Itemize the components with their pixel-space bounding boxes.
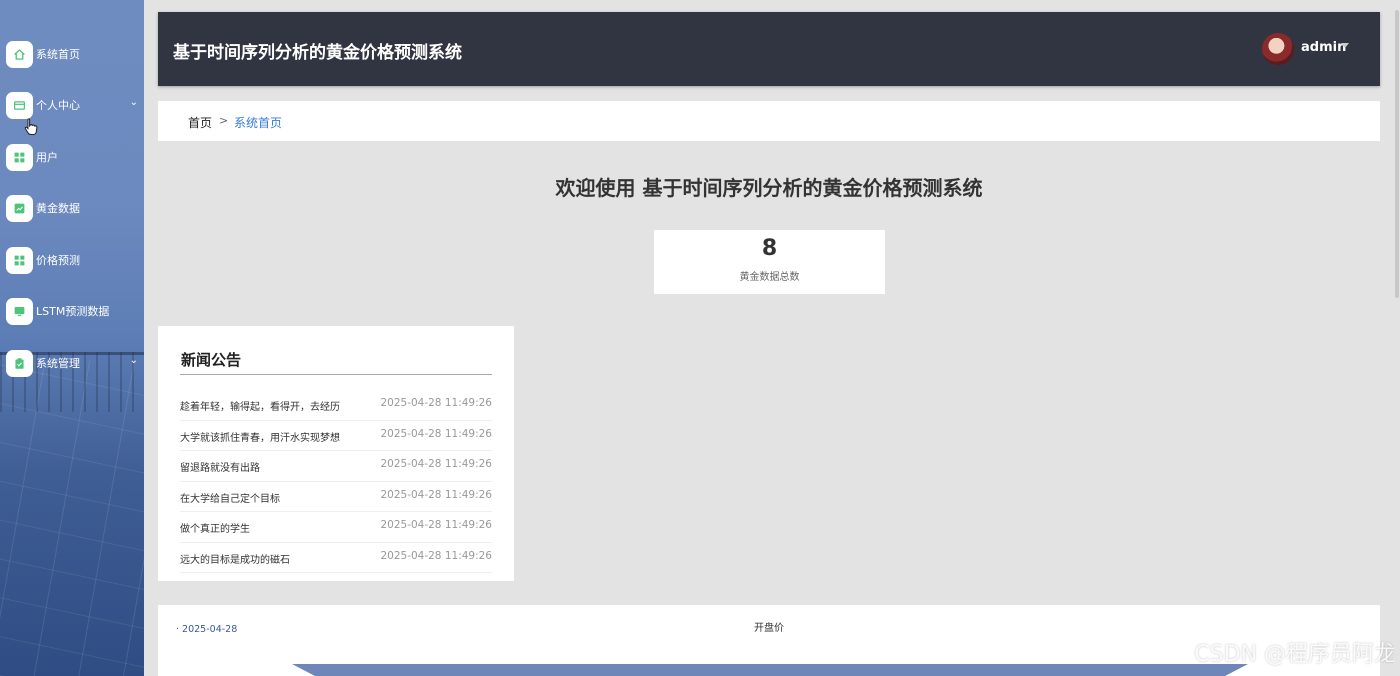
news-item-date: 2025-04-28 11:49:26 [380, 549, 492, 562]
hand-cursor-icon [24, 118, 38, 135]
sidebar-item-label: 黄金数据 [36, 202, 80, 215]
welcome-heading: 欢迎使用 基于时间序列分析的黄金价格预测系统 [555, 176, 983, 200]
card-icon [6, 91, 33, 119]
breadcrumb-current: 系统首页 [234, 116, 283, 130]
scrollbar[interactable] [1394, 0, 1400, 676]
grid-icon [6, 246, 33, 274]
news-title: 新闻公告 [181, 351, 242, 369]
sidebar: 系统首页 个人中心 ⌄ 用户 黄金数据 价格预测 LSTM预测数据 系统管理 ⌄ [0, 0, 144, 676]
list-item[interactable]: 留退路就没有出路 2025-04-28 11:49:26 [180, 451, 492, 482]
chart-title: 开盘价 [754, 623, 784, 634]
caret-down-icon[interactable] [1341, 43, 1349, 48]
sidebar-item-label: 系统管理 [36, 357, 80, 370]
sidebar-item-personal-center[interactable]: 个人中心 ⌄ [6, 91, 140, 119]
news-item-title[interactable]: 在大学给自己定个目标 [180, 490, 280, 505]
sidebar-item-label: 系统首页 [36, 48, 80, 61]
list-item[interactable]: 大学就该抓住青春，用汗水实现梦想 2025-04-28 11:49:26 [180, 421, 492, 451]
sidebar-item-users[interactable]: 用户 [6, 143, 140, 171]
breadcrumb-separator: > [219, 114, 229, 127]
stat-card: 8 黄金数据总数 [654, 230, 885, 294]
news-divider [180, 374, 492, 375]
news-item-title[interactable]: 做个真正的学生 [180, 520, 250, 535]
list-item[interactable]: 远大的目标是成功的磁石 2025-04-28 11:49:26 [180, 543, 492, 573]
top-header: 基于时间序列分析的黄金价格预测系统 admin [158, 12, 1380, 86]
watermark: CSDN @程序员阿龙 [1194, 642, 1396, 667]
news-panel: 新闻公告 趁着年轻，输得起，看得开，去经历 2025-04-28 11:49:2… [158, 326, 514, 581]
sidebar-item-system-management[interactable]: 系统管理 ⌄ [6, 349, 140, 377]
grid-icon [6, 143, 33, 171]
app-title: 基于时间序列分析的黄金价格预测系统 [173, 43, 462, 63]
news-item-title[interactable]: 留退路就没有出路 [180, 459, 260, 474]
sidebar-item-label: 价格预测 [36, 254, 80, 267]
news-item-title[interactable]: 趁着年轻，输得起，看得开，去经历 [180, 398, 340, 413]
news-item-title[interactable]: 远大的目标是成功的磁石 [180, 551, 290, 566]
monitor-icon [6, 297, 33, 325]
sidebar-item-label: LSTM预测数据 [36, 305, 110, 318]
stat-value: 8 [761, 236, 778, 261]
news-item-date: 2025-04-28 11:49:26 [380, 427, 492, 440]
news-item-title[interactable]: 大学就该抓住青春，用汗水实现梦想 [180, 429, 340, 444]
sidebar-item-label: 用户 [36, 151, 58, 164]
sidebar-item-price-prediction[interactable]: 价格预测 [6, 246, 140, 274]
news-list: 趁着年轻，输得起，看得开，去经历 2025-04-28 11:49:26 大学就… [180, 390, 492, 573]
scrollbar-thumb[interactable] [1395, 10, 1399, 298]
news-item-date: 2025-04-28 11:49:26 [380, 488, 492, 501]
news-item-date: 2025-04-28 11:49:26 [380, 519, 492, 531]
news-item-date: 2025-04-28 11:49:26 [380, 397, 492, 409]
breadcrumb: 首页 > 系统首页 [158, 101, 1380, 141]
clipboard-icon [6, 349, 33, 377]
stat-label: 黄金数据总数 [739, 272, 800, 283]
home-icon [6, 40, 33, 68]
news-item-date: 2025-04-28 11:49:26 [380, 458, 492, 470]
chevron-down-icon: ⌄ [129, 355, 138, 366]
list-item[interactable]: 做个真正的学生 2025-04-28 11:49:26 [180, 512, 492, 543]
breadcrumb-home[interactable]: 首页 [188, 114, 212, 131]
list-item[interactable]: 在大学给自己定个目标 2025-04-28 11:49:26 [180, 482, 492, 512]
list-item[interactable]: 趁着年轻，输得起，看得开，去经历 2025-04-28 11:49:26 [180, 390, 492, 421]
sidebar-item-lstm-data[interactable]: LSTM预测数据 [6, 297, 140, 325]
sidebar-item-label: 个人中心 [36, 99, 80, 112]
chart-icon [6, 194, 33, 222]
sidebar-item-home[interactable]: 系统首页 [6, 40, 140, 68]
avatar[interactable] [1262, 33, 1294, 65]
chart-funnel-shape [292, 664, 1248, 676]
user-menu-name[interactable]: admin [1301, 40, 1346, 55]
chevron-down-icon: ⌄ [129, 97, 138, 108]
sidebar-item-gold-data[interactable]: 黄金数据 [6, 194, 140, 222]
